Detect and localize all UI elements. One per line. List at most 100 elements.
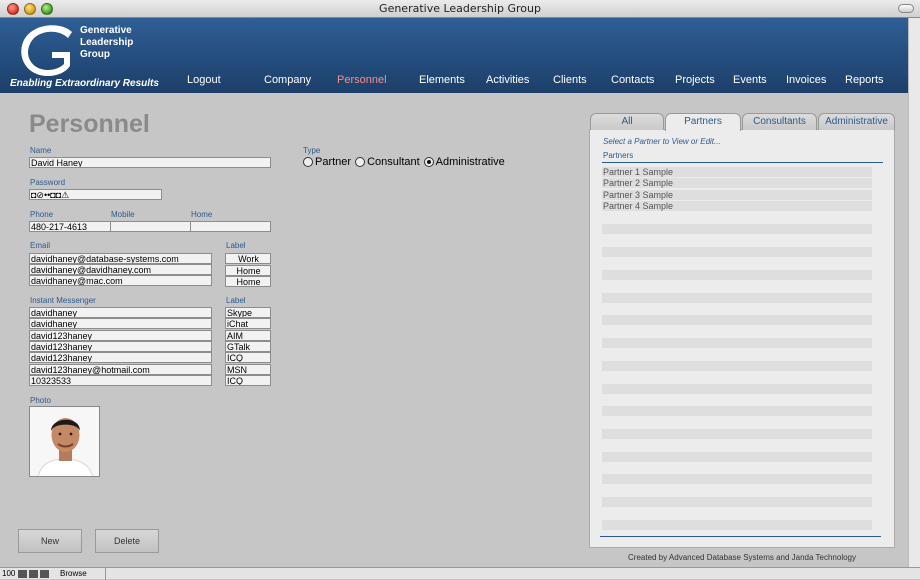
nav-contacts[interactable]: Contacts xyxy=(611,74,654,86)
tab-consultants[interactable]: Consultants xyxy=(742,113,817,130)
status-bar: 100 Browse xyxy=(0,567,920,580)
im-type-field[interactable]: Skype xyxy=(225,307,271,318)
im-type-field[interactable]: MSN xyxy=(225,364,271,375)
window-title: Generative Leadership Group xyxy=(379,2,541,15)
list-item-empty[interactable] xyxy=(602,293,872,303)
logo-g-icon xyxy=(21,25,72,76)
status-divider xyxy=(105,568,106,580)
home-label: Home xyxy=(191,210,213,219)
panel-divider xyxy=(602,162,883,163)
zoom-out-icon[interactable] xyxy=(18,570,27,578)
name-label: Name xyxy=(30,146,52,155)
type-label: Type xyxy=(303,146,321,155)
header-band: Generative Leadership Group Enabling Ext… xyxy=(0,18,908,93)
email-field[interactable]: davidhaney@mac.com xyxy=(29,275,212,286)
panel-divider-bottom xyxy=(600,536,881,537)
nav-reports[interactable]: Reports xyxy=(845,74,884,86)
photo-label: Photo xyxy=(30,396,51,405)
nav-projects[interactable]: Projects xyxy=(675,74,715,86)
nav-events[interactable]: Events xyxy=(733,74,767,86)
im-field[interactable]: 10323533 xyxy=(29,375,212,386)
email-label-col: Label xyxy=(226,241,246,250)
nav-elements[interactable]: Elements xyxy=(419,74,465,86)
list-item-empty[interactable] xyxy=(602,497,872,507)
name-field[interactable]: David Haney xyxy=(29,157,271,168)
type-administrative-label: Administrative xyxy=(435,156,505,168)
toolbar-toggle-button[interactable] xyxy=(898,4,914,13)
email-label: Email xyxy=(30,241,51,250)
list-item-empty[interactable] xyxy=(602,384,872,394)
email-type-field[interactable]: Home xyxy=(225,276,271,287)
email-field[interactable]: davidhaney@database-systems.com xyxy=(29,253,212,264)
new-button[interactable]: New xyxy=(18,529,82,553)
nav-personnel[interactable]: Personnel xyxy=(337,74,387,86)
nav-invoices[interactable]: Invoices xyxy=(786,74,826,86)
list-item[interactable]: Partner 3 Sample xyxy=(602,190,872,200)
password-label: Password xyxy=(30,178,66,187)
im-field[interactable]: davidhaney xyxy=(29,307,212,318)
list-item-empty[interactable] xyxy=(602,520,872,530)
delete-button[interactable]: Delete xyxy=(95,529,159,553)
email-type-field[interactable]: Home xyxy=(225,265,271,276)
tab-all[interactable]: All xyxy=(590,113,664,130)
person-photo-icon xyxy=(30,407,99,476)
phone-field[interactable]: 480-217-4613 xyxy=(29,221,111,232)
type-consultant-label: Consultant xyxy=(367,156,420,168)
im-field[interactable]: david123haney@hotmail.com xyxy=(29,364,212,375)
list-item-empty[interactable] xyxy=(602,270,872,280)
list-item-empty[interactable] xyxy=(602,474,872,484)
im-type-field[interactable]: ICQ xyxy=(225,375,271,386)
tab-partners[interactable]: Partners xyxy=(665,113,741,131)
im-type-field[interactable]: GTalk xyxy=(225,341,271,352)
im-label-col: Label xyxy=(226,296,246,305)
status-icons xyxy=(18,570,50,578)
page-title: Personnel xyxy=(29,110,150,138)
im-field[interactable]: davidhaney xyxy=(29,318,212,329)
im-field[interactable]: david123haney xyxy=(29,341,212,352)
photo-field[interactable] xyxy=(29,406,100,477)
nav-company[interactable]: Company xyxy=(264,74,311,86)
im-type-field[interactable]: AIM xyxy=(225,330,271,341)
list-item-empty[interactable] xyxy=(602,361,872,371)
home-phone-field[interactable] xyxy=(190,221,271,232)
zoom-in-icon[interactable] xyxy=(29,570,38,578)
list-item-empty[interactable] xyxy=(602,429,872,439)
logo-line-2: Leadership xyxy=(80,37,134,48)
list-item-empty[interactable] xyxy=(602,406,872,416)
logo-line-3: Group xyxy=(80,49,110,60)
type-administrative-radio[interactable] xyxy=(423,157,434,167)
logo-line-1: Generative xyxy=(80,25,132,36)
logo-text: Generative Leadership Group xyxy=(80,25,133,61)
list-item-empty[interactable] xyxy=(602,452,872,462)
list-item-empty[interactable] xyxy=(602,224,872,234)
mobile-label: Mobile xyxy=(111,210,135,219)
tab-administrative[interactable]: Administrative xyxy=(818,113,895,130)
im-field[interactable]: david123haney xyxy=(29,352,212,363)
list-item[interactable]: Partner 2 Sample xyxy=(602,178,872,188)
password-field[interactable]: ◘⊘••◘◘⚠ xyxy=(29,189,162,200)
list-item[interactable]: Partner 4 Sample xyxy=(602,201,872,211)
toolbar-toggle-icon[interactable] xyxy=(40,570,49,578)
mobile-field[interactable] xyxy=(110,221,191,232)
email-field[interactable]: davidhaney@davidhaney.com xyxy=(29,264,212,275)
panel-header: Partners xyxy=(603,151,634,160)
list-item[interactable]: Partner 1 Sample xyxy=(602,167,872,177)
type-consultant-radio[interactable] xyxy=(355,157,366,167)
credit-text: Created by Advanced Database Systems and… xyxy=(628,553,856,562)
mode-indicator[interactable]: Browse xyxy=(60,569,87,578)
im-type-field[interactable]: iChat xyxy=(225,318,271,329)
im-field[interactable]: david123haney xyxy=(29,330,212,341)
zoom-level[interactable]: 100 xyxy=(2,569,15,578)
nav-activities[interactable]: Activities xyxy=(486,74,529,86)
im-type-field[interactable]: ICQ xyxy=(225,352,271,363)
email-type-field[interactable]: Work xyxy=(225,253,271,264)
app-window: Generative Leadership Group Generative L… xyxy=(0,0,920,580)
nav-logout[interactable]: Logout xyxy=(187,74,221,86)
type-partner-radio[interactable] xyxy=(303,157,313,167)
nav-clients[interactable]: Clients xyxy=(553,74,587,86)
list-item-empty[interactable] xyxy=(602,338,872,348)
type-partner-label: Partner xyxy=(315,156,352,168)
list-item-empty[interactable] xyxy=(602,315,872,325)
list-item-empty[interactable] xyxy=(602,247,872,257)
scrollbar[interactable] xyxy=(908,18,920,567)
